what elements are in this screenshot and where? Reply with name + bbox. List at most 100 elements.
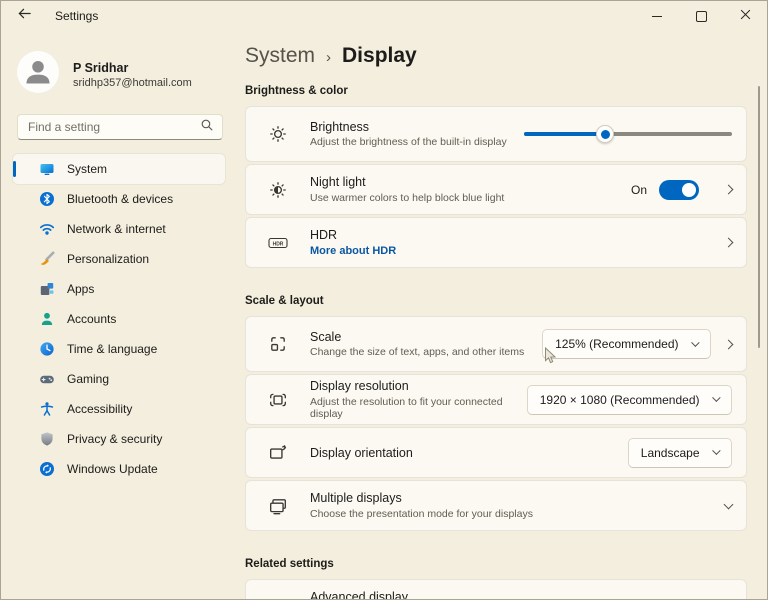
sidebar-item-windows-update[interactable]: Windows Update [13, 454, 225, 484]
system-icon [39, 161, 55, 177]
selected-indicator [13, 161, 16, 177]
sidebar-item-system[interactable]: System [13, 154, 225, 184]
slider-fill [524, 125, 615, 143]
display-orientation-row: Display orientation Landscape [245, 427, 747, 478]
display-resolution-row: Display resolution Adjust the resolution… [245, 374, 747, 425]
clock-globe-icon [39, 341, 55, 357]
settings-window: Settings P Sridhar sridhp357@hotmail.com [0, 0, 768, 600]
sidebar-item-accounts[interactable]: Accounts [13, 304, 225, 334]
hdr-icon: HDR [268, 235, 288, 251]
row-title: HDR [310, 228, 338, 243]
avatar [17, 51, 59, 98]
wifi-icon [39, 221, 55, 237]
minimize-icon [652, 15, 662, 17]
titlebar: Settings [1, 1, 767, 31]
paintbrush-icon [39, 251, 55, 267]
brightness-slider[interactable] [524, 124, 732, 144]
user-account-block[interactable]: P Sridhar sridhp357@hotmail.com [17, 51, 241, 98]
chevron-right-icon[interactable] [723, 339, 734, 349]
user-email: sridhp357@hotmail.com [73, 76, 192, 89]
brightness-icon [268, 125, 288, 143]
sidebar-item-label: Gaming [67, 372, 110, 386]
shield-icon [39, 431, 55, 447]
hdr-row[interactable]: HDR HDR More about HDR [245, 217, 747, 268]
settings-search-box[interactable] [17, 114, 223, 140]
resolution-icon [268, 391, 288, 409]
night-light-toggle[interactable] [659, 179, 699, 200]
chevron-right-icon[interactable] [723, 184, 734, 195]
breadcrumb-system[interactable]: System [245, 44, 315, 68]
search-icon [200, 118, 214, 137]
sidebar-item-apps[interactable]: Apps [13, 274, 225, 304]
section-scale-layout: Scale & layout [245, 295, 324, 307]
sidebar-nav: System Bluetooth & devices Network & int… [13, 154, 241, 484]
row-subtitle: Change the size of text, apps, and other… [310, 346, 525, 359]
sidebar-item-label: Time & language [67, 342, 158, 356]
close-icon [740, 7, 751, 25]
night-light-row[interactable]: Night light Use warmer colors to help bl… [245, 164, 747, 215]
resolution-dropdown[interactable]: 1920 × 1080 (Recommended) [526, 384, 732, 415]
row-subtitle: Choose the presentation mode for your di… [310, 507, 533, 520]
sidebar-item-label: Apps [67, 282, 95, 296]
minimize-button[interactable] [635, 1, 679, 31]
orientation-dropdown[interactable]: Landscape [627, 437, 732, 468]
dropdown-value: Landscape [640, 445, 700, 460]
apps-icon [39, 281, 55, 297]
row-title: Display orientation [310, 445, 413, 460]
sidebar-item-label: Accounts [67, 312, 117, 326]
chevron-right-icon[interactable] [723, 237, 734, 248]
section-related-settings: Related settings [245, 558, 334, 570]
sidebar-item-gaming[interactable]: Gaming [13, 364, 225, 394]
sidebar-item-network-internet[interactable]: Network & internet [13, 214, 225, 244]
multiple-displays-row[interactable]: Multiple displays Choose the presentatio… [245, 480, 747, 531]
chevron-down-icon [691, 338, 700, 347]
multiple-displays-icon [268, 497, 288, 515]
sidebar: P Sridhar sridhp357@hotmail.com System B… [1, 31, 241, 599]
row-subtitle: Use warmer colors to help block blue lig… [310, 191, 505, 204]
scale-icon [268, 335, 288, 353]
sidebar-item-label: Privacy & security [67, 432, 163, 446]
slider-thumb[interactable] [596, 125, 615, 143]
sidebar-item-label: Personalization [67, 252, 150, 266]
section-brightness-color: Brightness & color [245, 85, 348, 97]
close-button[interactable] [723, 1, 767, 31]
night-light-icon [268, 181, 288, 199]
back-button[interactable] [3, 1, 45, 31]
advanced-display-icon [268, 596, 288, 599]
chevron-down-icon[interactable] [723, 499, 734, 509]
svg-text:HDR: HDR [273, 241, 284, 247]
maximize-button[interactable] [679, 1, 723, 31]
sidebar-item-privacy-security[interactable]: Privacy & security [13, 424, 225, 454]
brightness-row: Brightness Adjust the brightness of the … [245, 106, 747, 162]
search-input[interactable] [26, 119, 200, 135]
chevron-down-icon [712, 394, 721, 402]
row-title: Multiple displays [310, 491, 402, 506]
vertical-scrollbar[interactable] [757, 86, 760, 348]
bluetooth-icon [39, 191, 55, 207]
advanced-display-row[interactable]: Advanced display Display information, re… [245, 579, 747, 599]
sidebar-item-label: System [67, 162, 108, 176]
row-title: Scale [310, 329, 342, 344]
main-content: System › Display Brightness & color Brig… [245, 31, 767, 599]
sidebar-item-label: Bluetooth & devices [67, 192, 174, 206]
scale-dropdown[interactable]: 125% (Recommended) [542, 329, 711, 359]
sidebar-item-accessibility[interactable]: Accessibility [13, 394, 225, 424]
more-about-hdr-link[interactable]: More about HDR [310, 245, 725, 257]
back-arrow-icon [17, 6, 32, 26]
page-title: Display [342, 44, 417, 67]
sidebar-item-label: Network & internet [67, 222, 166, 236]
dropdown-value: 1920 × 1080 (Recommended) [539, 392, 700, 407]
sidebar-item-personalization[interactable]: Personalization [13, 244, 225, 274]
row-title: Display resolution [310, 379, 409, 394]
row-subtitle: Adjust the brightness of the built-in di… [310, 136, 507, 149]
sidebar-item-label: Windows Update [67, 462, 158, 476]
app-title: Settings [55, 9, 99, 23]
dropdown-value: 125% (Recommended) [555, 337, 679, 351]
person-icon [39, 311, 55, 327]
scale-row[interactable]: Scale Change the size of text, apps, and… [245, 316, 747, 372]
user-name: P Sridhar [73, 60, 129, 75]
breadcrumb: System › Display [245, 44, 747, 68]
sidebar-item-time-language[interactable]: Time & language [13, 334, 225, 364]
sidebar-item-bluetooth-devices[interactable]: Bluetooth & devices [13, 184, 225, 214]
maximize-icon [695, 10, 707, 22]
